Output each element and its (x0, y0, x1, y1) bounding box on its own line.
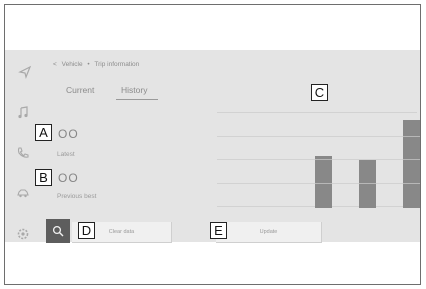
breadcrumb-current: Trip information (94, 61, 140, 68)
latest-label: Latest (57, 151, 75, 158)
navigation-icon[interactable] (18, 65, 32, 79)
callout-b: B (35, 169, 52, 186)
chart-gridline (217, 136, 417, 137)
music-icon[interactable] (16, 106, 30, 120)
callout-e: E (210, 222, 227, 239)
phone-icon[interactable] (16, 146, 30, 160)
previous-best-value: OO (58, 171, 79, 185)
breadcrumb: < Vehicle • Trip information (53, 61, 142, 68)
callout-d: D (78, 222, 95, 239)
callout-c: C (311, 84, 328, 101)
search-button[interactable] (46, 219, 70, 243)
callout-a: A (35, 124, 52, 141)
chart-bar (359, 160, 376, 208)
settings-icon[interactable] (16, 227, 30, 241)
latest-value: OO (58, 127, 79, 141)
back-icon[interactable]: < (53, 61, 57, 68)
chart-bar (315, 156, 332, 208)
tab-current[interactable]: Current (66, 85, 94, 95)
update-button[interactable]: Update (216, 222, 322, 243)
car-icon[interactable] (16, 186, 30, 200)
breadcrumb-separator: • (87, 61, 90, 68)
chart-bar-gridline (359, 183, 376, 184)
figure-frame: < Vehicle • Trip information Current His… (4, 4, 421, 285)
chart-bar-gridline (403, 159, 420, 160)
trip-information-screen: < Vehicle • Trip information Current His… (5, 50, 420, 243)
chart-bar-gridline (403, 136, 420, 137)
previous-best-label: Previous best (57, 193, 97, 200)
search-icon (52, 225, 64, 237)
chart-bar (403, 120, 420, 208)
chart-gridline (217, 112, 417, 113)
chart-bar-gridline (315, 159, 332, 160)
breadcrumb-parent[interactable]: Vehicle (62, 61, 83, 68)
chart-bar-gridline (315, 183, 332, 184)
chart-bar-gridline (403, 183, 420, 184)
history-bar-chart (217, 110, 420, 208)
tab-history[interactable]: History (121, 85, 147, 95)
active-tab-indicator (116, 99, 158, 100)
